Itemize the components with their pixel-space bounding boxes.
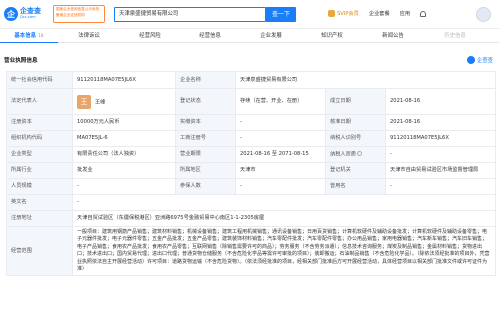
region-value: 天津市 — [235, 162, 326, 179]
help-icon[interactable] — [356, 150, 362, 156]
table-row: 注册地址 天津自贸试验区（东疆保税港区）亚洲路6975号金融贸易中心南区1-1-… — [6, 210, 497, 227]
user-avatar[interactable] — [476, 7, 491, 22]
section-header: 营业执照信息 企查查 — [4, 56, 495, 66]
business-license-table: 统一社会信用代码 91120118MA07E5JL6X 企业名称 天津泉盛捷贸易… — [6, 71, 497, 277]
table-row: 英文名 - — [6, 194, 497, 211]
top-bar: 企 企查查 Qcc.com 国家企业信用信息公示系统 备案企业征信机构 天津泉盛… — [0, 0, 499, 29]
authority-value: 天津市自由贸易试验区市场监督管理局 — [384, 162, 497, 179]
legal-rep-name[interactable]: 王峰 — [95, 99, 105, 105]
industry-value: 批发业 — [72, 162, 176, 179]
scope-label: 经营范围 — [6, 225, 73, 277]
tab-label: 基本信息 — [14, 33, 36, 39]
org-code-label: 组织机构代码 — [6, 130, 73, 147]
section-title: 营业执照信息 — [4, 58, 38, 64]
status-label: 登记状态 — [175, 88, 236, 115]
status-value: 存续（在营、开业、在册） — [235, 88, 326, 115]
source-label: 企查查 — [476, 58, 493, 64]
org-code-value: MA07E5JL-6 — [72, 130, 176, 147]
logo-text: 企查查 Qcc.com — [20, 8, 41, 20]
svip-crown-icon — [328, 10, 335, 17]
taxpayer-id-label: 纳税人识别号 — [325, 130, 386, 147]
search-button[interactable]: 查一下 — [266, 7, 296, 22]
english-name-label: 英文名 — [6, 194, 73, 211]
tab-ip[interactable]: 知识产权 — [302, 30, 362, 43]
bell-icon[interactable] — [420, 10, 427, 17]
tab-count: 18 — [37, 34, 44, 39]
company-type-value: 有限责任公司（法人独资） — [72, 146, 176, 163]
qcc-source-icon — [466, 56, 475, 64]
svip-label: SVIP会员 — [337, 11, 359, 17]
tab-operations[interactable]: 经营信息 — [180, 30, 240, 43]
tab-risk[interactable]: 经营风险 — [120, 30, 180, 43]
legal-rep-cell: 王王峰 — [72, 88, 176, 115]
app-link[interactable]: 应用 — [400, 10, 410, 17]
table-row: 法定代表人 王王峰 登记状态 存续（在营、开业、在册） 成立日期 2021-08… — [6, 88, 497, 115]
legal-rep-avatar: 王 — [77, 94, 91, 109]
tab-development[interactable]: 企业发展 — [240, 30, 302, 43]
tab-history[interactable]: 历史信息 — [424, 30, 486, 43]
legal-rep-label: 法定代表人 — [6, 88, 73, 115]
svip-link[interactable]: SVIP会员 — [328, 10, 359, 17]
industry-label: 所属行业 — [6, 162, 73, 179]
table-row: 经营范围 一般项目：建筑用钢筋产品销售；建筑材料销售；机械设备销售；建筑工程用机… — [6, 225, 497, 277]
table-row: 人员规模 - 参保人数 - 曾用名 - — [6, 178, 497, 195]
region-label: 所属地区 — [175, 162, 236, 179]
insured-value: - — [235, 178, 326, 195]
credit-code-label: 统一社会信用代码 — [6, 71, 73, 89]
tab-news[interactable]: 新闻公告 — [362, 30, 424, 43]
main-tabs: 基本信息 18 法律诉讼 经营风险 经营信息 企业发展 知识产权 新闻公告 历史信… — [0, 30, 499, 43]
paid-capital-value: - — [235, 114, 326, 131]
enterprise-package-link[interactable]: 企业套餐 — [369, 10, 390, 17]
taxpayer-qual-label-text: 纳税人资质 — [330, 151, 356, 158]
approval-date-value: 2021-08-16 — [384, 114, 497, 131]
staff-label: 人员规模 — [6, 178, 73, 195]
source-tag: 企查查 — [466, 56, 493, 64]
company-type-label: 企业类型 — [6, 146, 73, 163]
established-label: 成立日期 — [325, 88, 386, 115]
address-value: 天津自贸试验区（东疆保税港区）亚洲路6975号金融贸易中心南区1-1-2305房… — [71, 210, 497, 227]
taxpayer-qual-value: - — [384, 146, 497, 163]
authority-label: 登记机关 — [325, 162, 386, 179]
table-row: 所属行业 批发业 所属地区 天津市 登记机关 天津市自由贸易试验区市场监督管理局 — [6, 162, 497, 179]
table-row: 注册资本 10000万元人民币 实缴资本 - 核准日期 2021-08-16 — [6, 114, 497, 131]
table-row: 组织机构代码 MA07E5JL-6 工商注册号 - 纳税人识别号 9112011… — [6, 130, 497, 147]
company-name-label: 企业名称 — [175, 71, 236, 89]
address-label: 注册地址 — [6, 210, 73, 227]
taxpayer-id-value: 91120118MA07E5JL6X — [384, 130, 497, 147]
biz-reg-no-value: - — [235, 130, 326, 147]
company-name-value: 天津泉盛捷贸易有限公司 — [234, 71, 497, 89]
taxpayer-qual-label: 纳税人资质 — [325, 146, 386, 163]
table-row: 企业类型 有限责任公司（法人独资） 营业期限 2021-08-16 至 2071… — [6, 146, 497, 163]
approval-date-label: 核准日期 — [325, 114, 386, 131]
paid-capital-label: 实缴资本 — [175, 114, 236, 131]
scope-value: 一般项目：建筑用钢筋产品销售；建筑材料销售；机械设备销售；建筑工程用机械销售；通… — [71, 225, 497, 277]
tab-basic-info[interactable]: 基本信息 18 — [0, 30, 58, 43]
reg-capital-label: 注册资本 — [6, 114, 73, 131]
logo-subtitle: Qcc.com — [20, 15, 36, 20]
search-input[interactable]: 天津泉盛捷贸易有限公司 — [114, 7, 266, 22]
former-name-label: 曾用名 — [325, 178, 386, 195]
tab-legal[interactable]: 法律诉讼 — [58, 30, 120, 43]
reg-capital-value: 10000万元人民币 — [72, 114, 176, 131]
qcc-logo[interactable]: 企 企查查 Qcc.com — [4, 4, 50, 24]
official-badge: 国家企业信用信息公示系统 备案企业征信机构 — [53, 5, 105, 23]
credit-code-value: 91120118MA07E5JL6X — [72, 71, 176, 89]
logo-title: 企查查 — [20, 7, 41, 16]
former-name-value: - — [384, 178, 497, 195]
biz-term-label: 营业期限 — [175, 146, 236, 163]
established-value: 2021-08-16 — [384, 88, 497, 115]
insured-label: 参保人数 — [175, 178, 236, 195]
staff-value: - — [72, 178, 176, 195]
table-row: 统一社会信用代码 91120118MA07E5JL6X 企业名称 天津泉盛捷贸易… — [6, 71, 497, 89]
biz-term-value: 2021-08-16 至 2071-08-15 — [235, 146, 326, 163]
top-links: SVIP会员 企业套餐 应用 — [328, 10, 427, 17]
biz-reg-no-label: 工商注册号 — [175, 130, 236, 147]
english-name-value: - — [71, 194, 497, 211]
logo-mark-icon: 企 — [4, 7, 18, 21]
